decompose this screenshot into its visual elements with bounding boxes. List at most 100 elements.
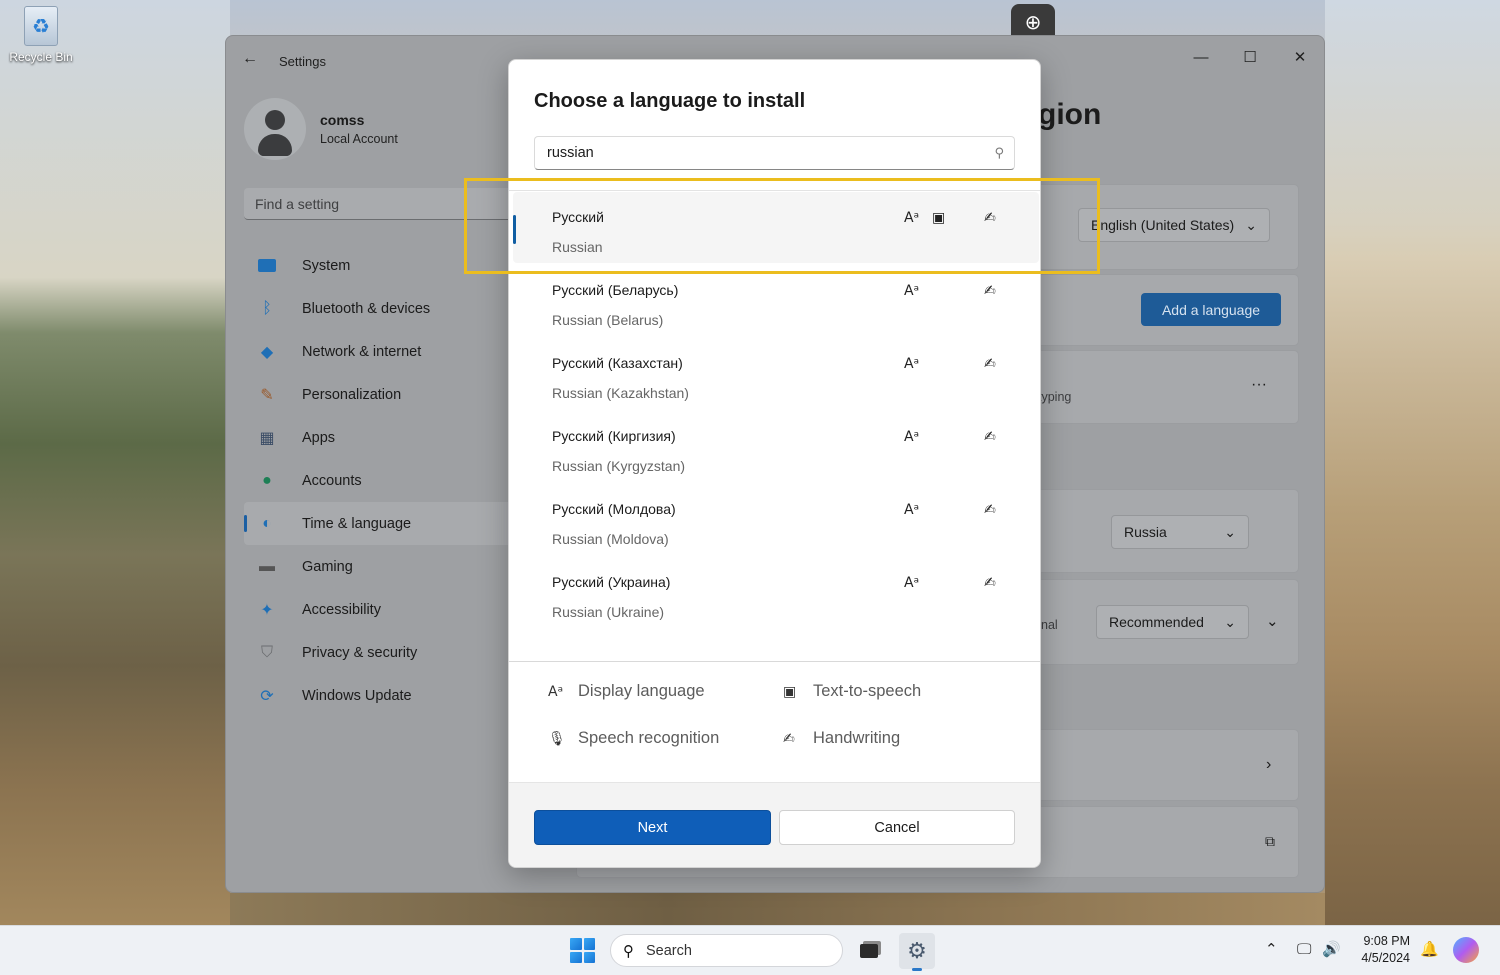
search-icon: ⚲ <box>623 942 634 960</box>
language-item[interactable]: Русский (Беларусь) Russian (Belarus) Aᵃ … <box>513 265 1039 336</box>
handwriting-icon: ✍ <box>984 575 996 591</box>
language-native-name: Русский (Украина) <box>552 574 671 590</box>
user-profile[interactable]: comss Local Account <box>244 98 398 160</box>
start-button[interactable] <box>570 938 595 963</box>
divider <box>509 661 1040 662</box>
brush-icon: ✎ <box>260 386 274 404</box>
handwriting-icon: ✍ <box>783 730 795 747</box>
external-link-icon: ⧉ <box>1265 833 1275 849</box>
taskbar: ⚲ Search ⚙ ⌃ 🖵 🔊 9:08 PM 4/5/2024 🔔 <box>0 925 1500 975</box>
language-english-name: Russian (Kyrgyzstan) <box>552 458 686 474</box>
volume-icon[interactable]: 🔊 <box>1322 940 1341 958</box>
avatar <box>244 98 306 160</box>
recycle-bin-icon: ♻ <box>24 6 58 46</box>
nav-item-network[interactable]: ◆ Network & internet <box>244 330 514 373</box>
nav-item-accessibility[interactable]: ✦ Accessibility <box>244 588 514 631</box>
clock-globe-icon: ◐ <box>262 514 272 532</box>
settings-app-icon[interactable]: ⚙ <box>899 933 935 971</box>
nav-item-label: Accounts <box>302 472 362 489</box>
person-icon: ● <box>262 471 272 489</box>
clock-time: 9:08 PM <box>1363 934 1410 948</box>
chevron-down-icon: ⌄ <box>1224 613 1236 630</box>
next-button[interactable]: Next <box>534 810 771 845</box>
language-native-name: Русский (Киргизия) <box>552 428 676 444</box>
chevron-right-icon: › <box>1266 756 1272 773</box>
handwriting-icon: ✍ <box>984 283 996 299</box>
back-arrow-icon[interactable]: ← <box>242 50 258 68</box>
country-dropdown[interactable]: Russia ⌄ <box>1111 515 1249 549</box>
text-to-speech-icon: ▣ <box>783 683 797 700</box>
nav-item-time-language[interactable]: ◐ Time & language <box>244 502 514 545</box>
nav-item-label: Bluetooth & devices <box>302 300 431 317</box>
language-item[interactable]: Русский (Молдова) Russian (Moldova) Aᵃ ✍ <box>513 484 1039 555</box>
shield-icon: ⛉ <box>260 643 273 661</box>
language-search-input[interactable]: russian ⚲ <box>534 136 1015 170</box>
display-language-icon: Aᵃ <box>904 429 920 445</box>
nav-item-label: Apps <box>302 429 336 446</box>
chevron-down-icon: ⌄ <box>1245 216 1257 233</box>
language-english-name: Russian (Ukraine) <box>552 604 665 620</box>
add-language-button[interactable]: Add a language <box>1141 293 1281 326</box>
nav-item-accounts[interactable]: ● Accounts <box>244 459 514 502</box>
legend-speech-recognition: 🎙 Speech recognition <box>548 729 719 748</box>
taskbar-search-label: Search <box>646 942 692 959</box>
expand-chevron-icon[interactable]: ⌄ <box>1266 612 1279 630</box>
legend-text-to-speech: ▣ Text-to-speech <box>783 682 921 701</box>
clock[interactable]: 9:08 PM 4/5/2024 <box>1352 933 1410 967</box>
dropdown-value: English (United States) <box>1091 217 1235 233</box>
dialog-footer: Next Cancel <box>509 782 1040 867</box>
legend-handwriting: ✍ Handwriting <box>783 729 900 748</box>
nav-item-apps[interactable]: ▦ Apps <box>244 416 514 459</box>
close-button[interactable]: ✕ <box>1277 42 1323 72</box>
nav-item-label: System <box>302 257 351 274</box>
nav-item-label: Personalization <box>302 386 402 403</box>
dropdown-value: Russia <box>1124 524 1167 540</box>
language-native-name: Русский (Молдова) <box>552 501 676 517</box>
page-title: gion <box>1038 98 1102 131</box>
display-language-dropdown[interactable]: English (United States) ⌄ <box>1078 208 1270 242</box>
taskbar-search[interactable]: ⚲ Search <box>610 934 843 967</box>
monitor-icon <box>256 255 278 277</box>
task-view-icon[interactable] <box>851 933 887 969</box>
window-title: Settings <box>279 54 326 69</box>
regional-format-dropdown[interactable]: Recommended ⌄ <box>1096 605 1249 639</box>
apps-icon: ▦ <box>259 429 275 447</box>
nav-item-windows-update[interactable]: ⟳ Windows Update <box>244 674 514 717</box>
user-name: comss <box>320 112 365 128</box>
nav-item-privacy[interactable]: ⛉ Privacy & security <box>244 631 514 674</box>
more-options-icon[interactable]: ··· <box>1251 376 1267 394</box>
cancel-button[interactable]: Cancel <box>779 810 1015 845</box>
nav-item-label: Network & internet <box>302 343 422 360</box>
nav-item-personalization[interactable]: ✎ Personalization <box>244 373 514 416</box>
gamepad-icon: ▬ <box>259 557 275 575</box>
language-item[interactable]: Русский (Казахстан) Russian (Kazakhstan)… <box>513 338 1039 409</box>
nav-item-label: Privacy & security <box>302 644 418 661</box>
highlight-box <box>464 178 1100 274</box>
notifications-icon[interactable]: 🔔 <box>1420 940 1439 958</box>
display-language-icon: Aᵃ <box>904 283 920 299</box>
minimize-button[interactable]: — <box>1178 42 1224 72</box>
network-icon[interactable]: 🖵 <box>1297 940 1311 958</box>
chevron-up-icon[interactable]: ⌃ <box>1265 940 1278 958</box>
handwriting-icon: ✍ <box>984 429 996 445</box>
legend-display-language: Aᵃ Display language <box>548 682 705 701</box>
wifi-icon: ◆ <box>260 343 274 361</box>
copilot-icon[interactable] <box>1453 937 1479 963</box>
language-item[interactable]: Русский (Украина) Russian (Ukraine) Aᵃ ✍ <box>513 557 1039 628</box>
display-language-icon: Aᵃ <box>904 356 920 372</box>
typing-text: typing <box>1038 390 1072 404</box>
language-english-name: Russian (Moldova) <box>552 531 669 547</box>
nav-item-label: Gaming <box>302 558 353 575</box>
handwriting-icon: ✍ <box>984 502 996 518</box>
language-english-name: Russian (Belarus) <box>552 312 664 328</box>
nav-item-bluetooth[interactable]: ᛒ Bluetooth & devices <box>244 287 514 330</box>
legend-label: Display language <box>578 682 705 700</box>
nav-item-gaming[interactable]: ▬ Gaming <box>244 545 514 588</box>
recycle-bin-shortcut[interactable]: ♻ Recycle Bin <box>6 6 76 64</box>
language-item[interactable]: Русский (Киргизия) Russian (Kyrgyzstan) … <box>513 411 1039 482</box>
maximize-button[interactable]: ☐ <box>1227 42 1273 72</box>
nav-item-label: Windows Update <box>302 687 412 704</box>
language-english-name: Russian (Kazakhstan) <box>552 385 689 401</box>
search-value: russian <box>547 145 594 161</box>
bluetooth-icon: ᛒ <box>262 299 272 317</box>
